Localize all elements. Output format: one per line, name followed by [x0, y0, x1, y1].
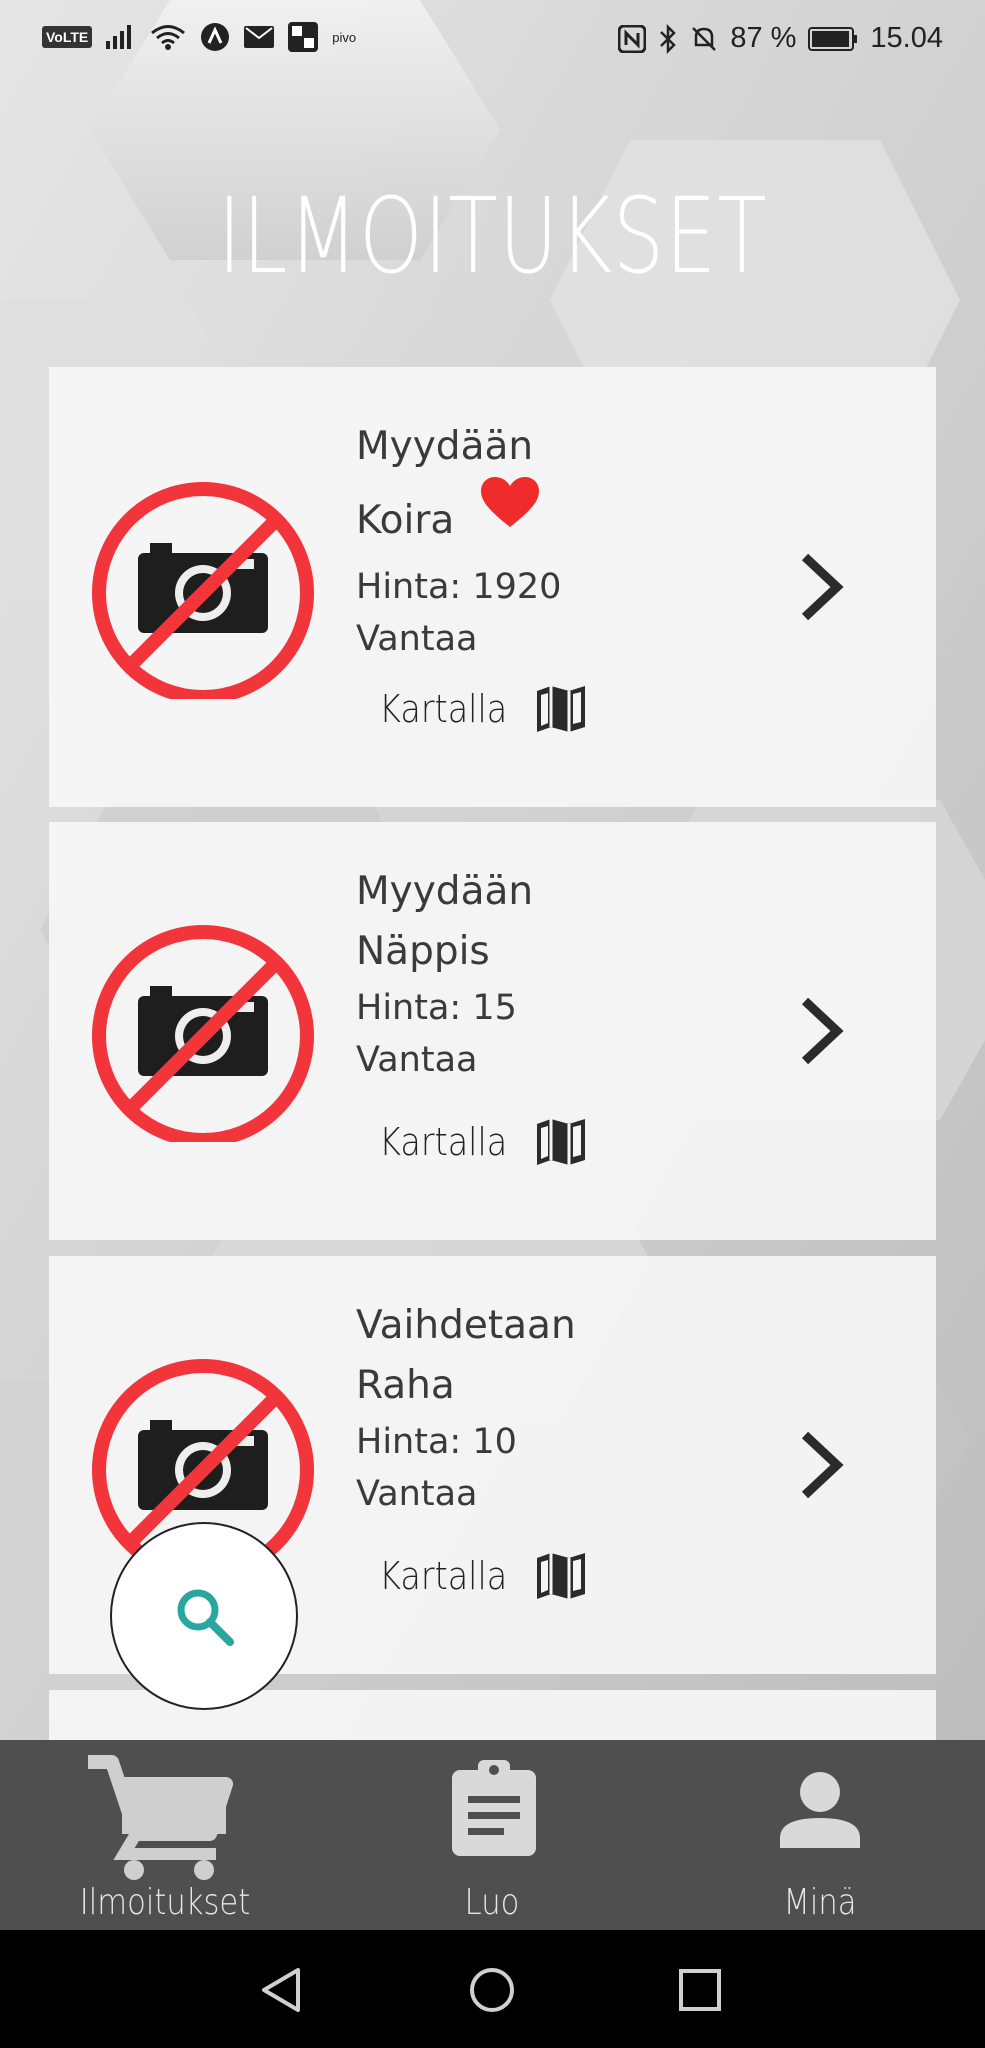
- no-photo-icon: [92, 925, 314, 1142]
- status-bar: VoLTE pivo 87 % 15.04: [0, 0, 985, 80]
- map-link[interactable]: Kartalla: [379, 1552, 587, 1600]
- listing-price: Hinta: 1920: [356, 567, 562, 607]
- map-link-label: Kartalla: [379, 1554, 508, 1598]
- recents-icon[interactable]: [678, 1968, 722, 2012]
- nav-item-mina[interactable]: Minä: [695, 1740, 945, 1930]
- home-icon[interactable]: [468, 1966, 516, 2014]
- map-link-label: Kartalla: [379, 687, 508, 731]
- nav-item-label: Luo: [464, 1882, 520, 1923]
- listing-city: Vantaa: [356, 1474, 478, 1514]
- chevron-right-icon[interactable]: [797, 551, 847, 623]
- bluetooth-icon: [660, 23, 677, 54]
- chevron-right-icon[interactable]: [797, 995, 847, 1067]
- no-photo-icon: [92, 482, 314, 699]
- cart-icon: [88, 1755, 233, 1880]
- listing-card[interactable]: Myydään Näppis Hinta: 15 Vantaa Kartalla: [49, 822, 936, 1240]
- favorite-heart-icon[interactable]: [481, 477, 539, 529]
- map-icon: [536, 686, 585, 732]
- pivo-label: pivo: [332, 29, 357, 45]
- wifi-icon: [151, 25, 186, 50]
- listing-card[interactable]: Myydään Koira Hinta: 1920 Vantaa Kartall…: [49, 367, 936, 807]
- app-notification-icon: [201, 23, 230, 51]
- bottom-navigation: Ilmoitukset Luo Minä: [0, 1740, 985, 1930]
- search-button[interactable]: [110, 1522, 298, 1710]
- listing-title-line2: Raha: [356, 1363, 455, 1408]
- map-icon: [536, 1119, 585, 1165]
- chevron-right-icon[interactable]: [797, 1429, 847, 1501]
- search-icon: [177, 1589, 234, 1646]
- nav-item-luo[interactable]: Luo: [367, 1740, 617, 1930]
- volte-badge: VoLTE: [42, 26, 93, 48]
- clock: 15.04: [870, 22, 943, 54]
- clipboard-icon: [452, 1760, 536, 1856]
- map-link[interactable]: Kartalla: [379, 1118, 587, 1166]
- listing-price: Hinta: 15: [356, 988, 517, 1028]
- nfc-icon: [618, 24, 647, 53]
- listing-city: Vantaa: [356, 619, 478, 659]
- map-link-label: Kartalla: [379, 1120, 508, 1164]
- nav-item-ilmoitukset[interactable]: Ilmoitukset: [40, 1740, 290, 1930]
- system-navigation-bar: [0, 1930, 985, 2048]
- nav-item-label: Ilmoitukset: [79, 1882, 251, 1923]
- map-link[interactable]: Kartalla: [379, 685, 587, 733]
- mute-bell-icon: [692, 26, 717, 51]
- signal-icon: [106, 25, 132, 49]
- battery-icon: [808, 26, 858, 51]
- mail-icon: [244, 26, 275, 48]
- listing-title-line1: Myydään: [356, 869, 534, 914]
- page-title: ILMOITUKSET: [217, 175, 768, 297]
- map-icon: [536, 1553, 585, 1599]
- listing-title-line2: Näppis: [356, 929, 490, 974]
- listing-price: Hinta: 10: [356, 1422, 517, 1462]
- battery-percent: 87 %: [730, 22, 797, 54]
- nav-item-label: Minä: [783, 1882, 857, 1923]
- listing-title-line1: Myydään: [356, 424, 534, 469]
- listing-title-line1: Vaihdetaan: [356, 1303, 576, 1348]
- person-icon: [780, 1772, 860, 1848]
- back-icon[interactable]: [258, 1966, 306, 2014]
- gallery-icon: [288, 22, 319, 52]
- listing-city: Vantaa: [356, 1040, 478, 1080]
